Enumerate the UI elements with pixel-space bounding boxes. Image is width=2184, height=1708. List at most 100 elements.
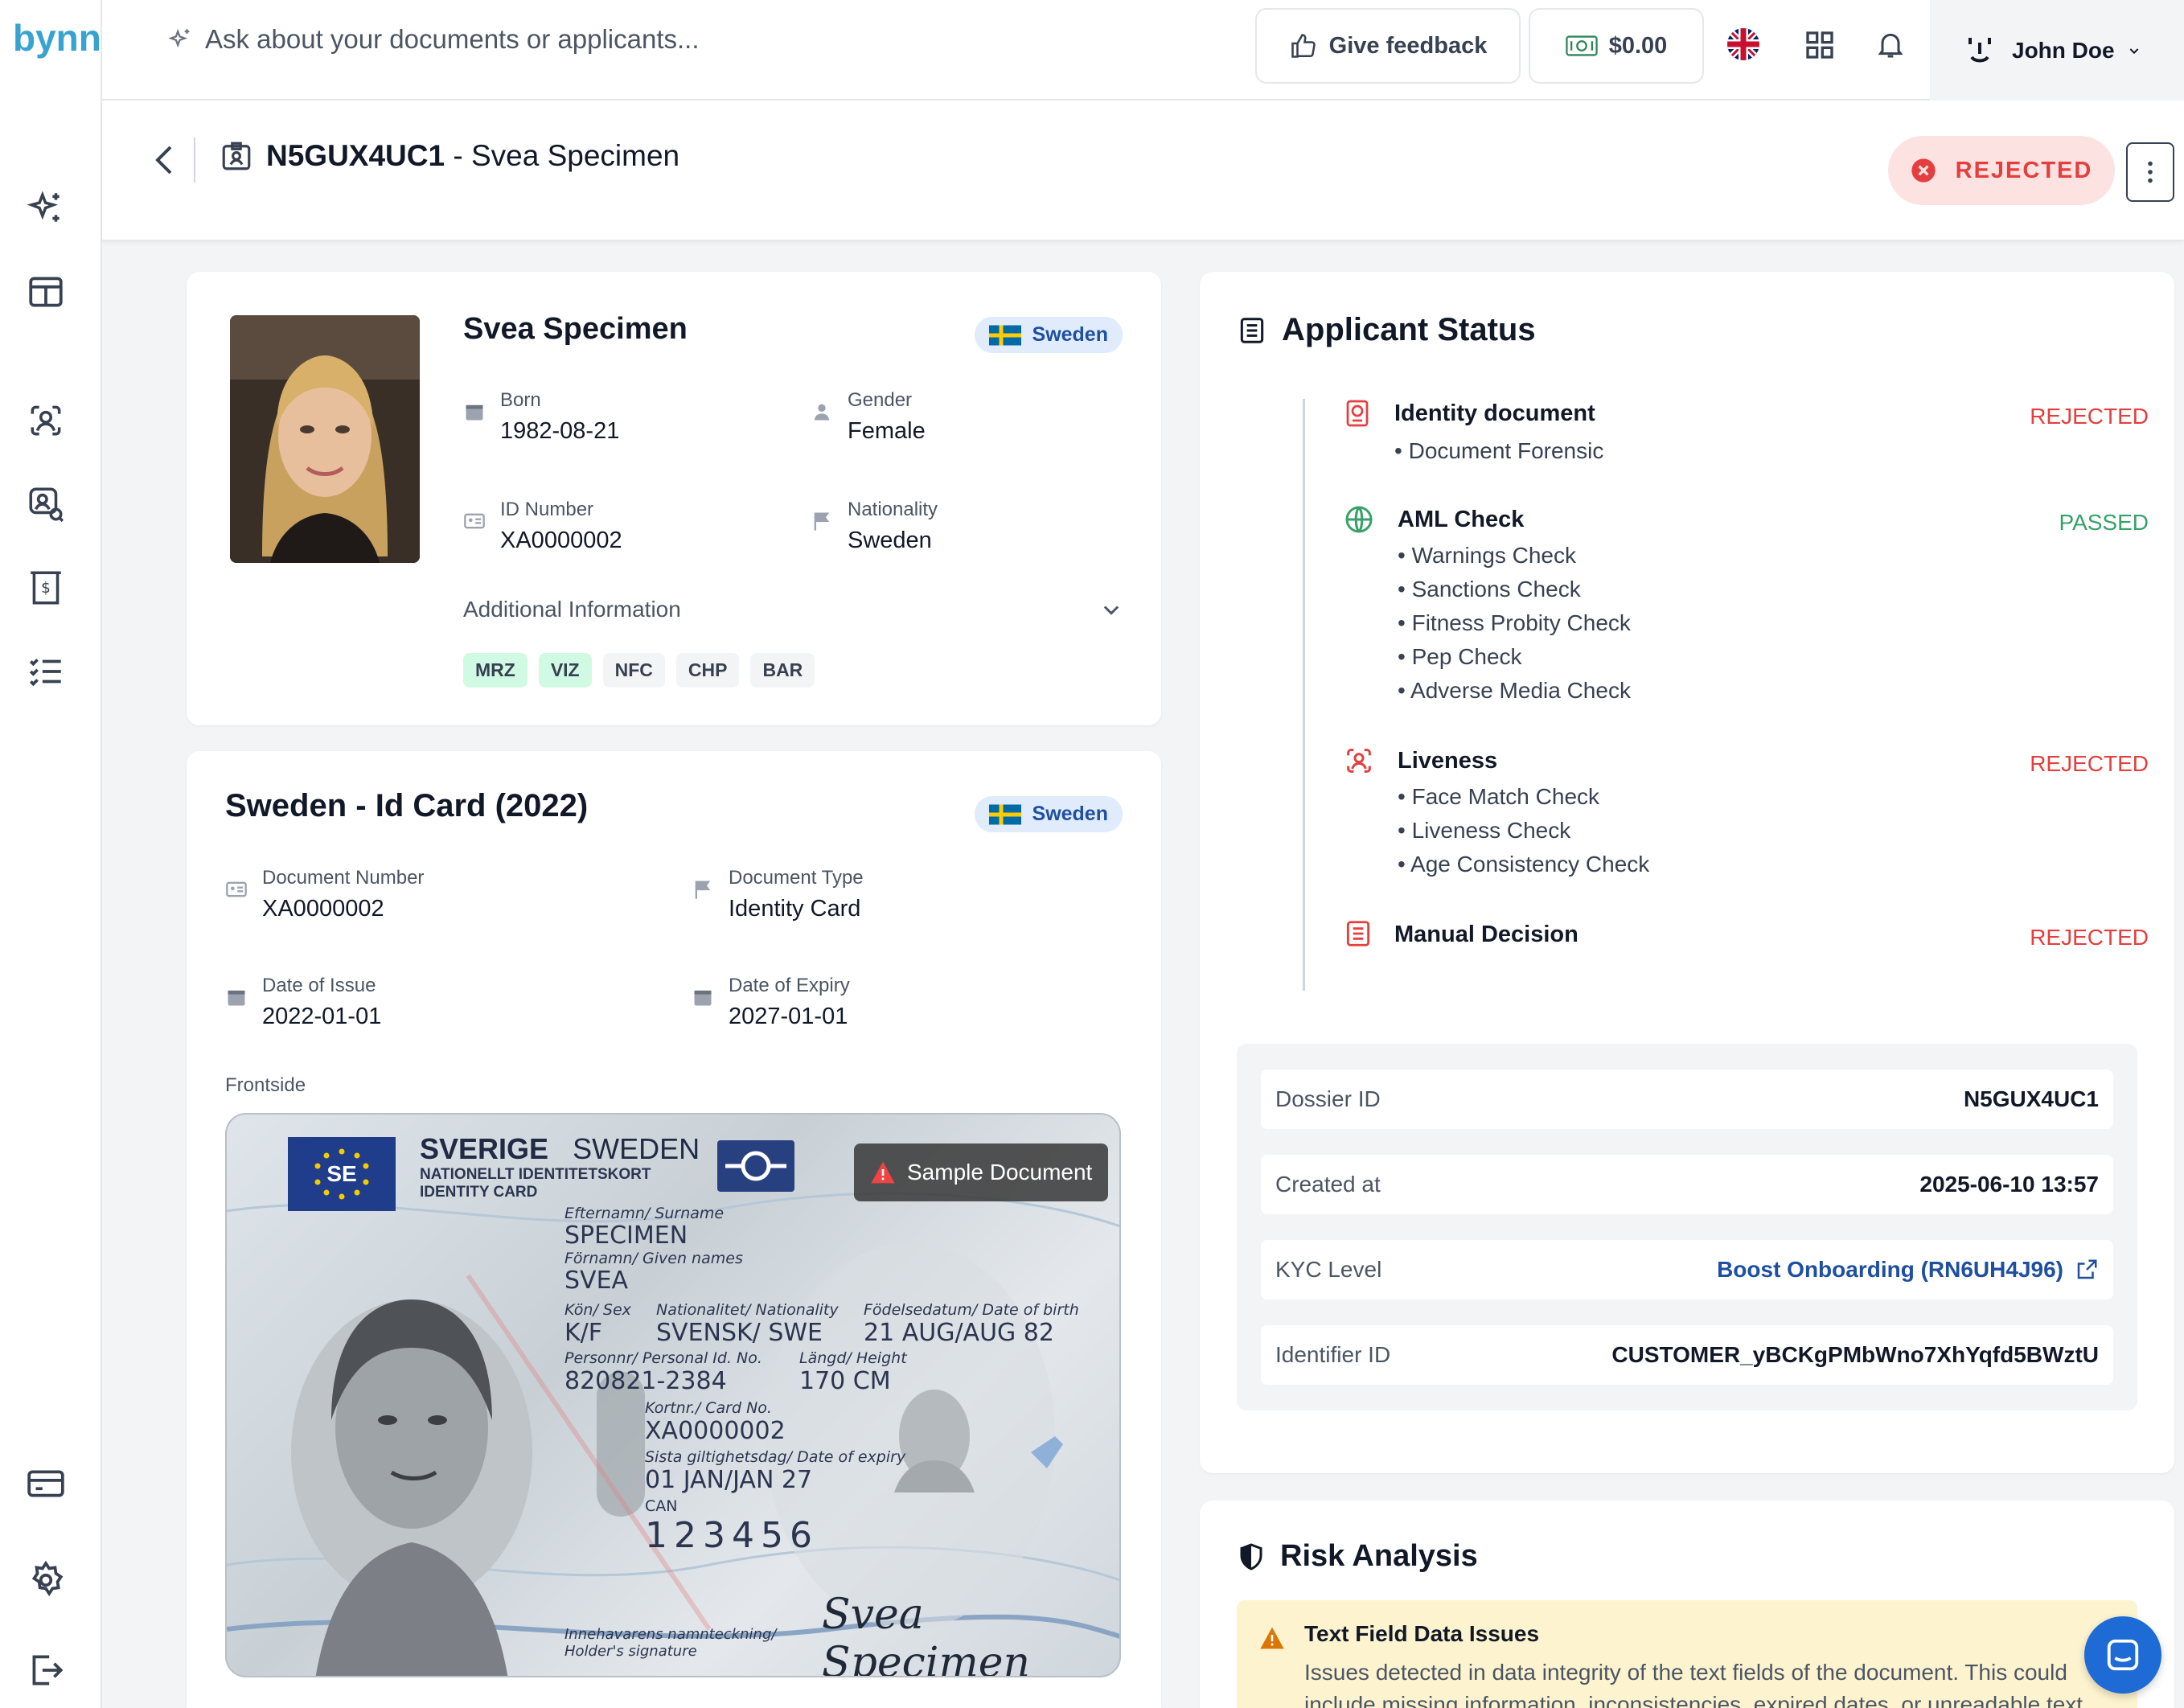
id-number-value: XA0000002	[500, 528, 622, 553]
card-country-name: SVERIGE SWEDEN	[420, 1132, 700, 1166]
kebab-menu-icon	[2148, 161, 2153, 183]
card-dob: 21 AUG/AUG 82	[864, 1319, 1054, 1347]
document-type-value: Identity Card	[729, 896, 861, 922]
ask-assistant-input[interactable]: Ask about your documents or applicants..…	[166, 24, 700, 55]
chevron-down-icon	[2129, 47, 2138, 54]
document-number-label: Document Number	[262, 867, 425, 889]
status-timeline-line	[1303, 399, 1305, 991]
avatar	[1968, 37, 1991, 62]
card-exp-label: Sista giltighetsdag/ Date of expiry	[645, 1448, 906, 1466]
status-item-liveness[interactable]: Liveness	[1398, 748, 1497, 774]
check-document-forensic: Document Forensic	[1408, 438, 1604, 463]
document-title: Sweden - Id Card (2022)	[225, 788, 589, 823]
kyc-level-link[interactable]: Boost Onboarding (RN6UH4J96)	[1717, 1257, 2099, 1283]
identifier-id-value: CUSTOMER_yBCKgPMbWno7XhYqfd5BWztU	[1611, 1342, 2099, 1367]
app-logo[interactable]: bynn	[13, 16, 101, 60]
face-scan-icon	[1343, 745, 1375, 777]
billing-tower-icon[interactable]: $	[26, 568, 66, 608]
status-item-identity-checks: • Document Forensic	[1394, 438, 1604, 463]
status-item-aml-checks: • Warnings Check • Sanctions Check • Fit…	[1398, 543, 1631, 703]
calendar-icon	[694, 990, 712, 1006]
status-aml-check-state: PASSED	[2059, 510, 2149, 535]
tag-viz: VIZ	[538, 653, 592, 688]
checklist-icon[interactable]	[26, 651, 66, 692]
dossier-id-row: Dossier ID N5GUX4UC1	[1261, 1070, 2113, 1129]
document-search-icon[interactable]	[26, 484, 66, 524]
card-nat: SVENSK/ SWE	[656, 1319, 823, 1347]
id-card-frontside-image[interactable]: SE SVERIGE SWEDEN NATIONELLT IDENTITETSK…	[225, 1113, 1121, 1677]
check-fitness-probity: Fitness Probity Check	[1411, 610, 1631, 635]
id-number-label: ID Number	[500, 499, 594, 520]
sample-document-badge: Sample Document	[854, 1143, 1109, 1201]
country-pill: Sweden	[974, 317, 1123, 353]
notifications-bell-icon[interactable]	[1874, 27, 1907, 61]
check-liveness: Liveness Check	[1411, 818, 1571, 843]
back-arrow-icon[interactable]	[152, 144, 176, 176]
document-type-field: Document Type Identity Card	[692, 867, 864, 922]
document-country-pill: Sweden	[974, 796, 1123, 832]
user-menu[interactable]: John Doe	[1930, 0, 2184, 101]
status-item-manual-decision[interactable]: Manual Decision	[1394, 922, 1578, 948]
status-item-aml-check[interactable]: AML Check	[1398, 507, 1524, 533]
calendar-icon	[228, 990, 245, 1006]
card-sex-block: Kön/ Sex K/F	[564, 1301, 631, 1347]
card-country-line1: SVERIGE	[420, 1132, 549, 1165]
risk-issue-text: Issues detected in data integrity of the…	[1304, 1660, 2089, 1708]
warning-triangle-icon	[1260, 1627, 1284, 1649]
document-country-label: Sweden	[1032, 803, 1108, 825]
page-title: N5GUX4UC1 - Svea Specimen	[220, 139, 679, 173]
more-options-button[interactable]	[2126, 142, 2174, 202]
card-subtitle-line1: NATIONELLT IDENTITETSKORT	[420, 1166, 651, 1183]
kyc-level-label: KYC Level	[1275, 1257, 1382, 1282]
give-feedback-button[interactable]: Give feedback	[1255, 8, 1521, 84]
shield-icon	[1240, 1542, 1262, 1570]
issue-date-value: 2022-01-01	[262, 1004, 382, 1029]
se-country-code: SE	[326, 1161, 357, 1186]
expiry-date-label: Date of Expiry	[729, 975, 850, 996]
risk-analysis-header: Risk Analysis	[1237, 1539, 1478, 1574]
card-dob-label: Födelsedatum/ Date of birth	[864, 1301, 1079, 1319]
status-badge-rejected[interactable]: REJECTED	[1888, 136, 2115, 205]
nationality-value: Sweden	[848, 528, 932, 553]
status-liveness-state: REJECTED	[2030, 751, 2149, 776]
sidebar: bynn $	[0, 0, 102, 1708]
uk-flag-icon[interactable]	[1726, 27, 1760, 61]
svg-text:$: $	[41, 580, 51, 597]
id-badge-icon	[222, 142, 251, 170]
additional-info-toggle[interactable]: Additional Information	[463, 597, 1123, 622]
balance-button[interactable]: $0.00	[1529, 8, 1704, 84]
document-number-field: Document Number XA0000002	[225, 867, 424, 922]
card-sex: K/F	[564, 1319, 603, 1347]
person-icon	[814, 404, 830, 421]
face-scan-icon[interactable]	[26, 400, 66, 441]
card-chip-symbol	[717, 1140, 794, 1192]
nationality-label: Nationality	[848, 499, 938, 520]
card-pno: 820821-2384	[564, 1367, 727, 1395]
logout-icon[interactable]	[26, 1650, 66, 1690]
country-pill-label: Sweden	[1032, 323, 1108, 346]
issue-date-field: Date of Issue 2022-01-01	[225, 975, 381, 1030]
chevron-down-icon	[1103, 606, 1119, 615]
ai-sparkles-icon[interactable]	[26, 188, 66, 228]
clipboard-list-icon	[1343, 918, 1373, 949]
thumbs-up-icon	[1291, 34, 1316, 58]
id-card-icon	[226, 881, 247, 897]
x-circle-icon	[1911, 158, 1936, 183]
external-link-icon	[2077, 1259, 2097, 1279]
sample-document-label: Sample Document	[907, 1160, 1093, 1185]
chat-support-button[interactable]	[2084, 1616, 2161, 1694]
balance-amount: $0.00	[1608, 32, 1668, 59]
dashboard-layout-icon[interactable]	[26, 272, 66, 312]
settings-gear-icon[interactable]	[26, 1560, 66, 1600]
nationality-field: Nationality Sweden	[811, 499, 938, 554]
risk-issue-alert[interactable]: Text Field Data Issues Issues detected i…	[1237, 1600, 2137, 1708]
applicant-photo[interactable]	[230, 315, 420, 563]
check-pep: Pep Check	[1411, 644, 1522, 669]
check-sanctions: Sanctions Check	[1411, 577, 1581, 601]
card-sex-label: Kön/ Sex	[564, 1301, 631, 1319]
issue-date-label: Date of Issue	[262, 975, 376, 996]
credit-card-icon[interactable]	[26, 1464, 66, 1504]
status-item-identity-document[interactable]: Identity document	[1394, 400, 1595, 427]
applicant-status-card: Applicant Status Identity document • Doc…	[1200, 272, 2174, 1473]
apps-grid-icon[interactable]	[1804, 29, 1836, 61]
